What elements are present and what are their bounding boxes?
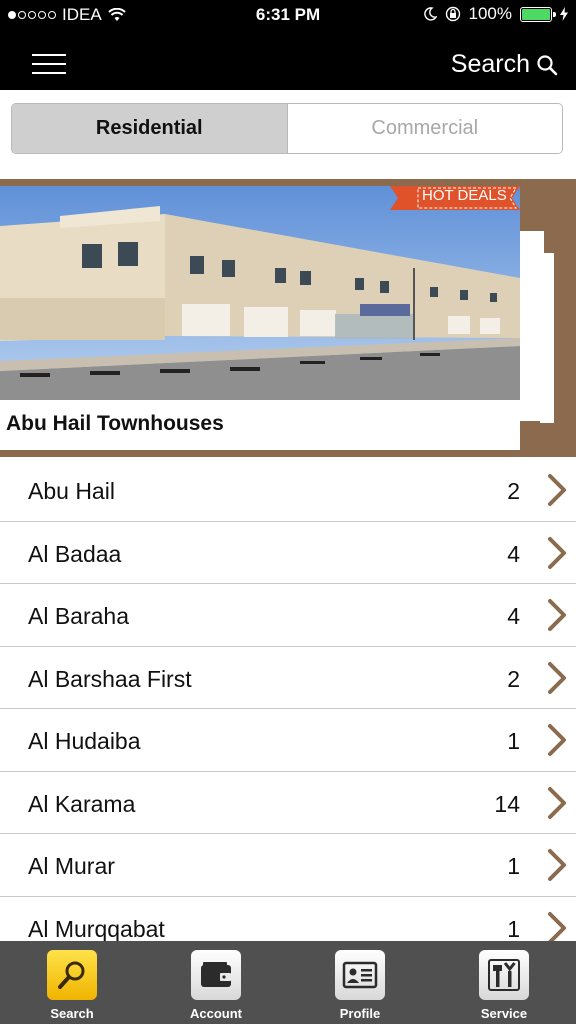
area-count: 2 [507,665,520,692]
chevron-right-icon [548,724,566,756]
area-count: 14 [494,790,520,817]
chevron-right-icon [548,536,566,569]
area-name: Al Murar [28,853,115,879]
stacked-card-mid [520,231,544,421]
list-item[interactable]: Al Hudaiba 1 [0,709,576,772]
tab-profile[interactable]: Profile [288,941,432,1024]
battery-icon [520,6,556,22]
area-count: 1 [507,728,520,754]
list-item[interactable]: Al Barshaa First 2 [0,647,576,709]
area-name: Al Barshaa First [28,665,192,692]
tab-search-label: Search [50,1006,94,1021]
list-item[interactable]: Al Badaa 4 [0,522,576,584]
area-name: Al Baraha [28,603,130,629]
chevron-right-icon [548,599,566,631]
area-count: 4 [507,540,520,567]
list-item[interactable]: Al Baraha 4 [0,584,576,647]
segment-commercial[interactable]: Commercial [286,104,562,153]
status-bar: IDEA 6:31 PM 100% [0,0,576,30]
segment-residential[interactable]: Residential [12,104,287,153]
area-count: 2 [507,478,520,504]
hot-deals-label: HOT DEALS [422,187,507,204]
area-count: 1 [507,915,520,942]
chevron-right-icon [548,786,566,819]
area-name: Al Murqqabat [28,915,165,942]
tools-icon [479,950,529,1000]
magnifier-icon [47,950,97,1000]
wallet-icon [191,950,241,1000]
chevron-right-icon [548,661,566,694]
area-name: Al Karama [28,790,136,817]
chevron-right-icon [548,911,566,941]
area-count: 1 [507,853,520,879]
area-name: Al Badaa [28,540,122,567]
hot-deals-banner[interactable]: HOT DEALS Abu Hail Townhouses [0,179,576,457]
search-label: Search [450,50,530,78]
tab-account-label: Account [190,1006,242,1021]
menu-icon[interactable] [32,54,66,76]
moon-icon [423,7,437,21]
list-item[interactable]: Al Murqqabat 1 [0,897,576,942]
chevron-right-icon [548,849,566,881]
banner-title: Abu Hail Townhouses [6,412,224,435]
area-count: 4 [507,603,520,629]
list-item[interactable]: Al Murar 1 [0,834,576,897]
orientation-lock-icon [445,6,460,22]
tab-service[interactable]: Service [432,941,576,1024]
nav-bar: Search [0,30,576,90]
tab-search[interactable]: Search [0,941,144,1024]
property-type-segment: Residential Commercial [11,103,563,154]
id-card-icon [335,950,385,1000]
townhouses-photo [0,186,520,400]
area-name: Al Hudaiba [28,728,141,754]
tab-profile-label: Profile [339,1006,381,1021]
search-icon [537,54,558,75]
charging-bolt-icon [560,7,568,21]
area-name: Abu Hail [28,478,115,504]
list-item[interactable]: Abu Hail 2 [0,459,576,522]
battery-percent: 100% [468,4,512,23]
area-list: Abu Hail 2 Al Badaa 4 Al Baraha 4 Al Barshaa F… [0,459,576,941]
list-item[interactable]: Al Karama 14 [0,772,576,834]
search-button[interactable]: Search [451,50,558,79]
tab-account[interactable]: Account [144,941,288,1024]
chevron-right-icon [548,474,566,506]
status-right: 100% [423,4,568,24]
tab-bar: Search Account Profile Service [0,941,576,1024]
tab-service-label: Service [480,1006,528,1021]
